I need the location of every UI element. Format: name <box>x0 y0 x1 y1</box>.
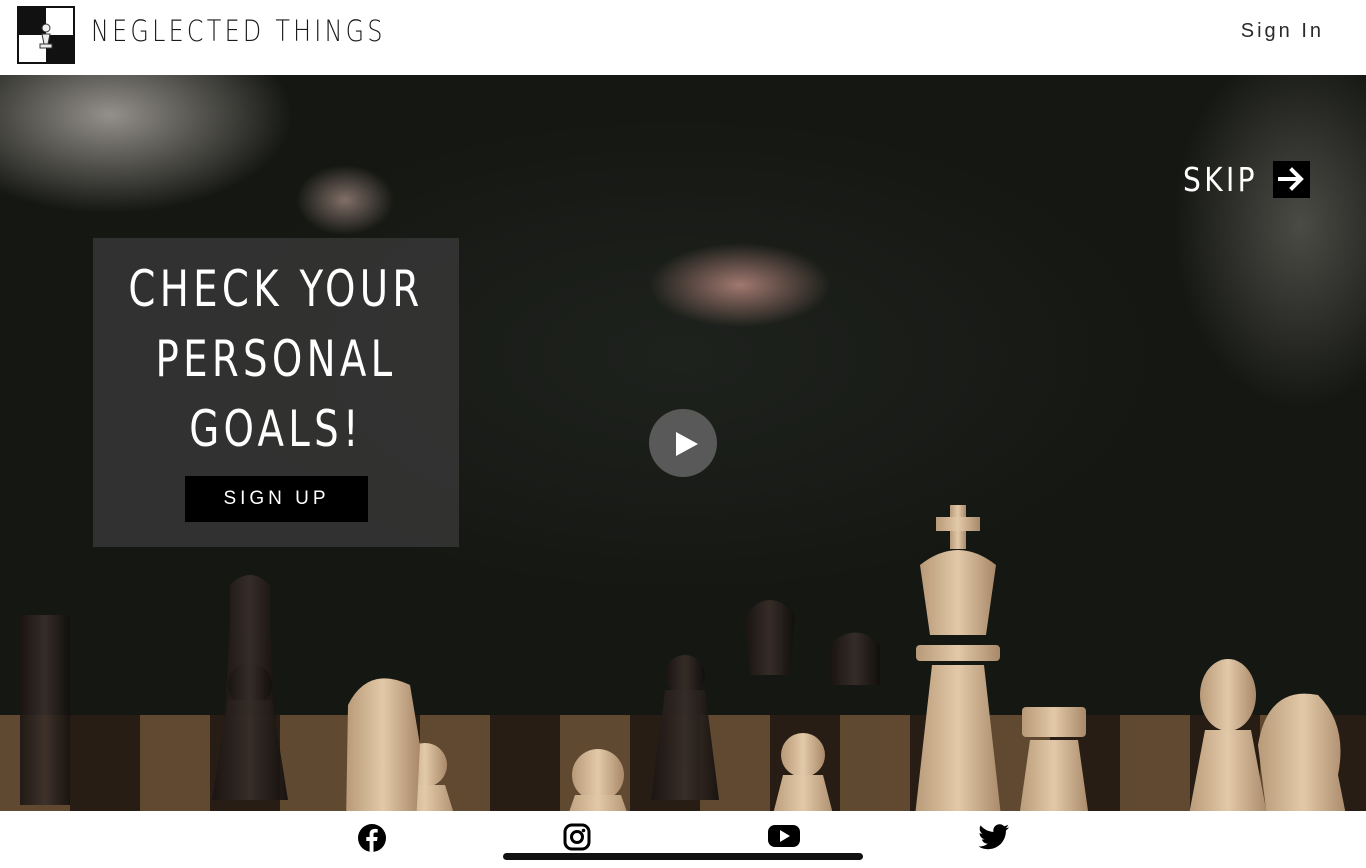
play-video-button[interactable] <box>649 409 717 477</box>
sign-in-link[interactable]: Sign In <box>1241 20 1324 43</box>
skip-label: SKIP <box>1183 159 1258 199</box>
youtube-icon[interactable] <box>767 823 801 853</box>
brand-name[interactable]: NEGLECTED THINGS <box>91 14 386 48</box>
arrow-right-icon <box>1273 160 1310 198</box>
site-footer <box>0 811 1366 868</box>
horizontal-scrollbar[interactable] <box>503 853 863 860</box>
play-icon <box>676 432 698 456</box>
sign-up-button[interactable]: SIGN UP <box>185 476 368 522</box>
facebook-icon[interactable] <box>357 823 387 857</box>
pawn-icon <box>39 23 53 49</box>
chess-logo-icon[interactable] <box>17 6 75 64</box>
goal-card: CHECK YOUR PERSONAL GOALS! SIGN UP <box>93 238 459 547</box>
hero-headline: CHECK YOUR PERSONAL GOALS! <box>128 260 424 458</box>
site-header: NEGLECTED THINGS Sign In <box>0 0 1366 75</box>
skip-button[interactable]: SKIP <box>1183 159 1310 199</box>
instagram-icon[interactable] <box>563 823 591 855</box>
hero-video-section: SKIP CHECK YOUR PERSONAL GOALS! SIGN UP <box>0 75 1366 811</box>
twitter-icon[interactable] <box>978 823 1010 855</box>
